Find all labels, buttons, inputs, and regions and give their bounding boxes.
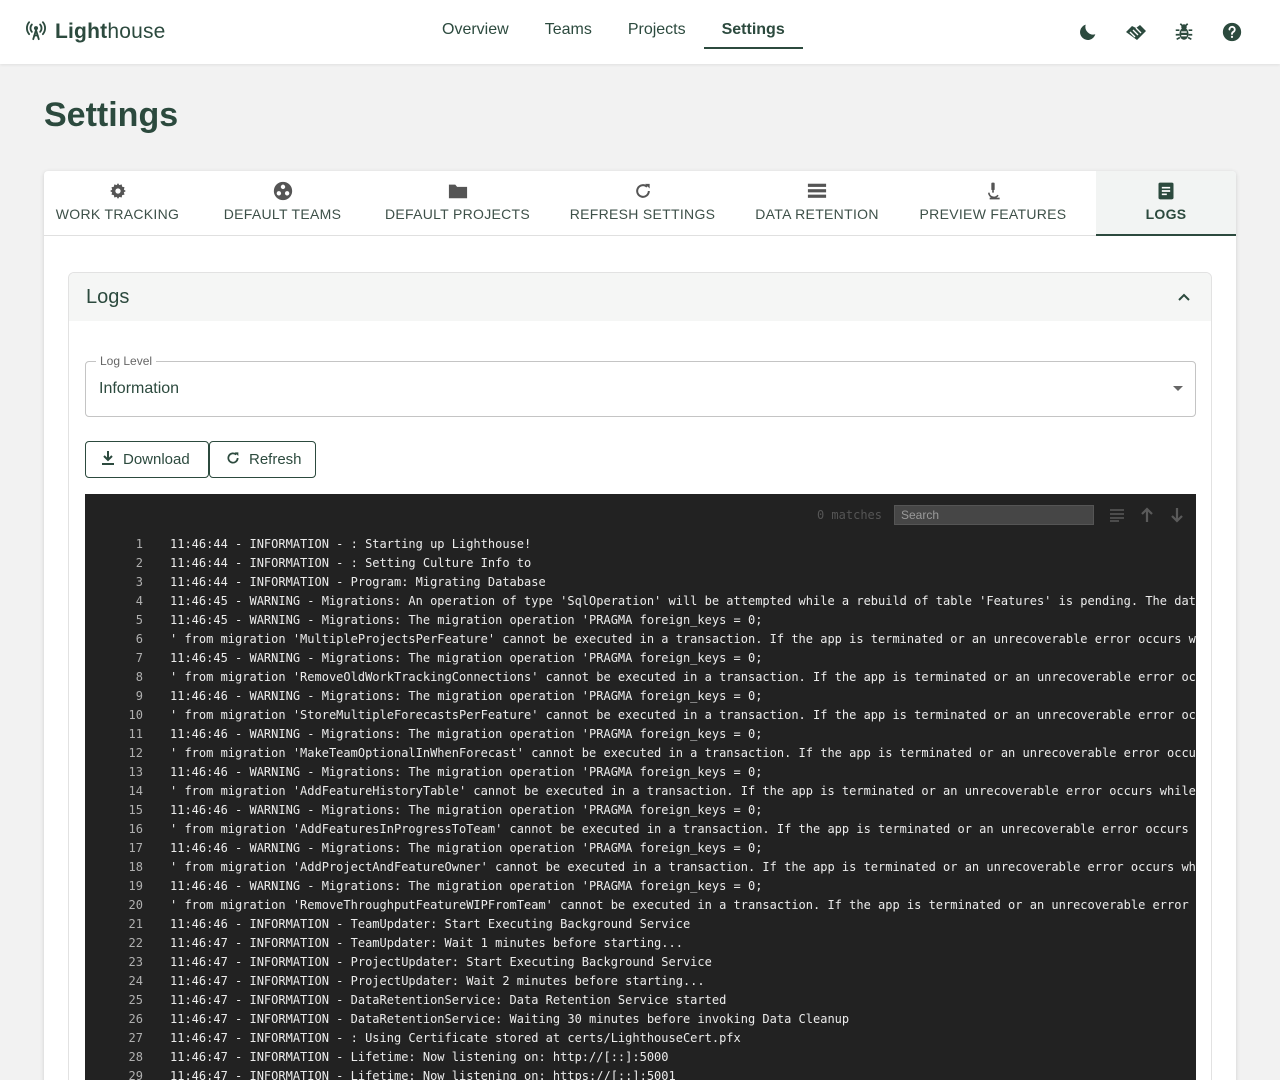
- log-line: 14 ' from migration 'AddFeatureHistoryTab…: [128, 784, 1196, 798]
- nav-settings[interactable]: Settings: [703, 14, 803, 49]
- refresh-icon: [633, 180, 653, 202]
- log-level-label: Log Level: [96, 354, 157, 368]
- log-lines: 1 11:46:44 - INFORMATION - : Starting up …: [85, 535, 1196, 1080]
- log-line: 9 11:46:46 - WARNING - Migrations: The mi…: [135, 689, 763, 703]
- log-line: 7 11:46:45 - WARNING - Migrations: The mi…: [135, 651, 763, 665]
- log-level-select[interactable]: Log Level Information: [85, 354, 1196, 417]
- tab-label: REFRESH SETTINGS: [569, 206, 716, 222]
- settings-tabs: WORK TRACKING DEFAULT TEAMS DEFAULT PROJ…: [44, 171, 1236, 236]
- log-toolbar: 0 matches: [817, 504, 1196, 526]
- log-line: 15 11:46:46 - WARNING - Migrations: The m…: [128, 803, 763, 817]
- tab-preview-features[interactable]: PREVIEW FEATURES: [890, 171, 1096, 235]
- nav-overview[interactable]: Overview: [424, 14, 527, 48]
- refresh-icon: [225, 450, 241, 470]
- top-actions: [1076, 20, 1244, 44]
- log-line: 17 11:46:46 - WARNING - Migrations: The m…: [128, 841, 763, 855]
- log-line: 13 11:46:46 - WARNING - Migrations: The m…: [128, 765, 763, 779]
- arrow-up-icon[interactable]: [1136, 504, 1158, 526]
- lighthouse-logo-icon: [25, 19, 47, 46]
- main-nav: Overview Teams Projects Settings: [424, 14, 803, 49]
- log-line: 3 11:46:44 - INFORMATION - Program: Migra…: [135, 575, 546, 589]
- log-viewer[interactable]: 0 matches 111:46:44 - INFORMATION - : St…: [85, 494, 1196, 1080]
- tab-label: WORK TRACKING: [55, 206, 180, 222]
- moon-icon[interactable]: [1076, 20, 1100, 44]
- top-bar: Lighthouse Overview Teams Projects Setti…: [0, 0, 1280, 64]
- filter-lines-icon[interactable]: [1106, 504, 1128, 526]
- tab-label: DEFAULT PROJECTS: [384, 206, 531, 222]
- tab-data-retention[interactable]: DATA RETENTION: [744, 171, 890, 235]
- log-line: 24 11:46:47 - INFORMATION - ProjectUpdate…: [128, 974, 705, 988]
- arrow-down-icon[interactable]: [1166, 504, 1188, 526]
- brand[interactable]: Lighthouse: [25, 18, 166, 46]
- document-icon: [1156, 180, 1176, 202]
- download-button[interactable]: Download: [85, 441, 209, 478]
- tab-logs[interactable]: LOGS: [1096, 171, 1236, 236]
- download-label: Download: [123, 451, 190, 468]
- settings-card: WORK TRACKING DEFAULT TEAMS DEFAULT PROJ…: [44, 171, 1236, 1080]
- logs-title: Logs: [86, 285, 130, 308]
- nav-teams[interactable]: Teams: [527, 14, 610, 48]
- log-line: 21 11:46:46 - INFORMATION - TeamUpdater: …: [128, 917, 691, 931]
- page-title: Settings: [44, 96, 179, 134]
- handshake-icon[interactable]: [1124, 20, 1148, 44]
- help-icon[interactable]: [1220, 20, 1244, 44]
- caret-down-icon: [1173, 386, 1183, 391]
- logs-accordion: Logs Log Level Information Download Refr…: [68, 272, 1212, 1080]
- log-level-value: Information: [99, 380, 180, 397]
- log-line: 26 11:46:47 - INFORMATION - DataRetention…: [128, 1012, 850, 1026]
- log-line: 27 11:46:47 - INFORMATION - : Using Certi…: [128, 1031, 741, 1045]
- team-icon: [272, 180, 294, 202]
- log-line: 2 11:46:44 - INFORMATION - : Setting Cult…: [135, 556, 532, 570]
- nav-projects[interactable]: Projects: [610, 14, 704, 48]
- log-line: 10 ' from migration 'StoreMultipleForecas…: [128, 708, 1196, 722]
- brand-name: Lighthouse: [55, 20, 166, 43]
- tab-label: PREVIEW FEATURES: [919, 206, 1067, 222]
- log-line: 12 ' from migration 'MakeTeamOptionalInWh…: [128, 746, 1196, 760]
- chevron-up-icon[interactable]: [1177, 289, 1191, 307]
- folder-icon: [447, 180, 469, 202]
- bug-icon[interactable]: [1172, 20, 1196, 44]
- tab-default-projects[interactable]: DEFAULT PROJECTS: [374, 171, 541, 235]
- tab-label: LOGS: [1145, 206, 1187, 222]
- log-line: 29 11:46:47 - INFORMATION - Lifetime: Now…: [128, 1069, 676, 1080]
- gear-icon: [108, 180, 128, 202]
- log-line: 18 ' from migration 'AddProjectAndFeature…: [128, 860, 1196, 874]
- storage-icon: [806, 180, 828, 202]
- logs-accordion-header[interactable]: Logs: [69, 273, 1211, 321]
- log-line: 25 11:46:47 - INFORMATION - DataRetention…: [128, 993, 727, 1007]
- log-line: 23 11:46:47 - INFORMATION - ProjectUpdate…: [128, 955, 712, 969]
- tab-default-teams[interactable]: DEFAULT TEAMS: [191, 171, 374, 235]
- log-line: 19 11:46:46 - WARNING - Migrations: The m…: [128, 879, 763, 893]
- tab-refresh-settings[interactable]: REFRESH SETTINGS: [541, 171, 744, 235]
- log-line: 6 ' from migration 'MultipleProjectsPerFe…: [135, 632, 1196, 646]
- log-line: 20 ' from migration 'RemoveThroughputFeat…: [128, 898, 1189, 912]
- refresh-button[interactable]: Refresh: [209, 441, 316, 478]
- log-line: 28 11:46:47 - INFORMATION - Lifetime: Now…: [128, 1050, 669, 1064]
- log-line: 11 11:46:46 - WARNING - Migrations: The m…: [128, 727, 763, 741]
- tab-work-tracking[interactable]: WORK TRACKING: [44, 171, 191, 235]
- match-count: 0 matches: [816, 508, 882, 522]
- log-line: 1 11:46:44 - INFORMATION - : Starting up …: [135, 537, 532, 551]
- log-line: 22 11:46:47 - INFORMATION - TeamUpdater: …: [128, 936, 683, 950]
- microscope-icon: [983, 180, 1003, 202]
- download-icon: [101, 450, 115, 470]
- log-line: 5 11:46:45 - WARNING - Migrations: The mi…: [135, 613, 763, 627]
- log-search-input[interactable]: [894, 505, 1094, 525]
- log-line: 8 ' from migration 'RemoveOldWorkTracking…: [135, 670, 1196, 684]
- log-line: 16 ' from migration 'AddFeaturesInProgres…: [128, 822, 1189, 836]
- tab-label: DATA RETENTION: [755, 206, 879, 222]
- log-line: 4 11:46:45 - WARNING - Migrations: An ope…: [135, 594, 1196, 608]
- tab-label: DEFAULT TEAMS: [223, 206, 342, 222]
- refresh-label: Refresh: [249, 451, 302, 468]
